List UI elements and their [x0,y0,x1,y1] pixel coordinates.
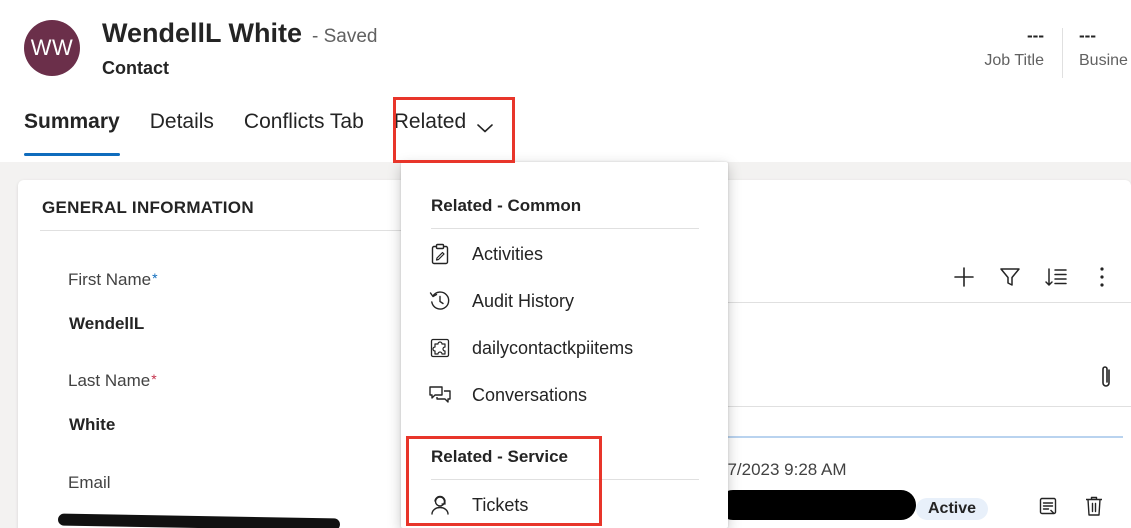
menu-item-dailycontactkpiitems[interactable]: dailycontactkpiitems [427,330,707,366]
menu-item-label: Audit History [472,290,575,311]
record-name: WendellL White [102,18,303,48]
general-information-section: GENERAL INFORMATION First Name* WendellL… [18,180,418,528]
related-common-heading: Related - Common [431,196,582,215]
more-icon[interactable] [1088,263,1116,291]
menu-item-label: Conversations [472,384,588,405]
section-divider [40,230,418,231]
puzzle-icon [427,335,453,361]
email-redaction [57,513,341,528]
save-status: - Saved [312,26,378,47]
menu-item-label: dailycontactkpiitems [472,337,634,358]
menu-item-label: Activities [472,243,544,264]
header-field-business[interactable]: --- Busine [1062,28,1131,78]
required-marker: * [151,371,157,387]
menu-item-activities[interactable]: Activities [427,236,707,272]
tab-summary[interactable]: Summary [24,104,120,156]
entity-name: Contact [102,58,169,78]
timeline-selection-bar [700,436,1123,438]
timeline-divider [700,406,1131,407]
menu-separator [431,228,699,229]
add-icon[interactable] [950,263,978,291]
open-record-icon[interactable] [1036,494,1060,518]
history-icon [427,288,453,314]
highlight-box-related-service [406,436,602,526]
header-field-value: --- [1079,28,1096,45]
timeline-section: 17/2023 9:28 AM Active [700,180,1131,528]
menu-item-audit-history[interactable]: Audit History [427,283,707,319]
timeline-redaction [718,490,916,520]
header-field-label: Job Title [984,52,1044,69]
conversation-icon [427,382,453,408]
section-title: GENERAL INFORMATION [42,198,254,217]
header-field-value: --- [1027,26,1044,45]
status-badge: Active [916,498,989,520]
last-name-label: Last Name* [68,371,157,391]
required-marker: * [152,270,158,286]
tab-details[interactable]: Details [150,104,214,156]
first-name-field[interactable]: WendellL [69,314,144,334]
email-label: Email [68,473,111,492]
filter-icon[interactable] [996,263,1024,291]
delete-icon[interactable] [1082,494,1106,518]
avatar: WW [24,20,80,76]
last-name-label-text: Last Name [68,371,151,390]
record-header: WW WendellL White - Saved Contact --- Jo… [0,0,1131,162]
timeline-timestamp: 17/2023 9:28 AM [718,460,847,479]
clipboard-icon [427,241,453,267]
first-name-label: First Name* [68,270,158,290]
last-name-field[interactable]: White [69,415,115,435]
header-field-label: Busine [1079,52,1128,69]
first-name-label-text: First Name [68,270,152,289]
sort-icon[interactable] [1042,263,1070,291]
header-field-job-title[interactable]: --- Job Title [970,26,1044,70]
highlight-box-related-tab [393,97,515,163]
record-title-row: WendellL White - Saved [102,18,378,49]
timeline-divider [700,302,1131,303]
paperclip-icon[interactable] [1096,364,1120,390]
menu-item-conversations[interactable]: Conversations [427,377,707,413]
timeline-toolbar [932,262,1116,292]
tab-conflicts[interactable]: Conflicts Tab [244,104,364,156]
